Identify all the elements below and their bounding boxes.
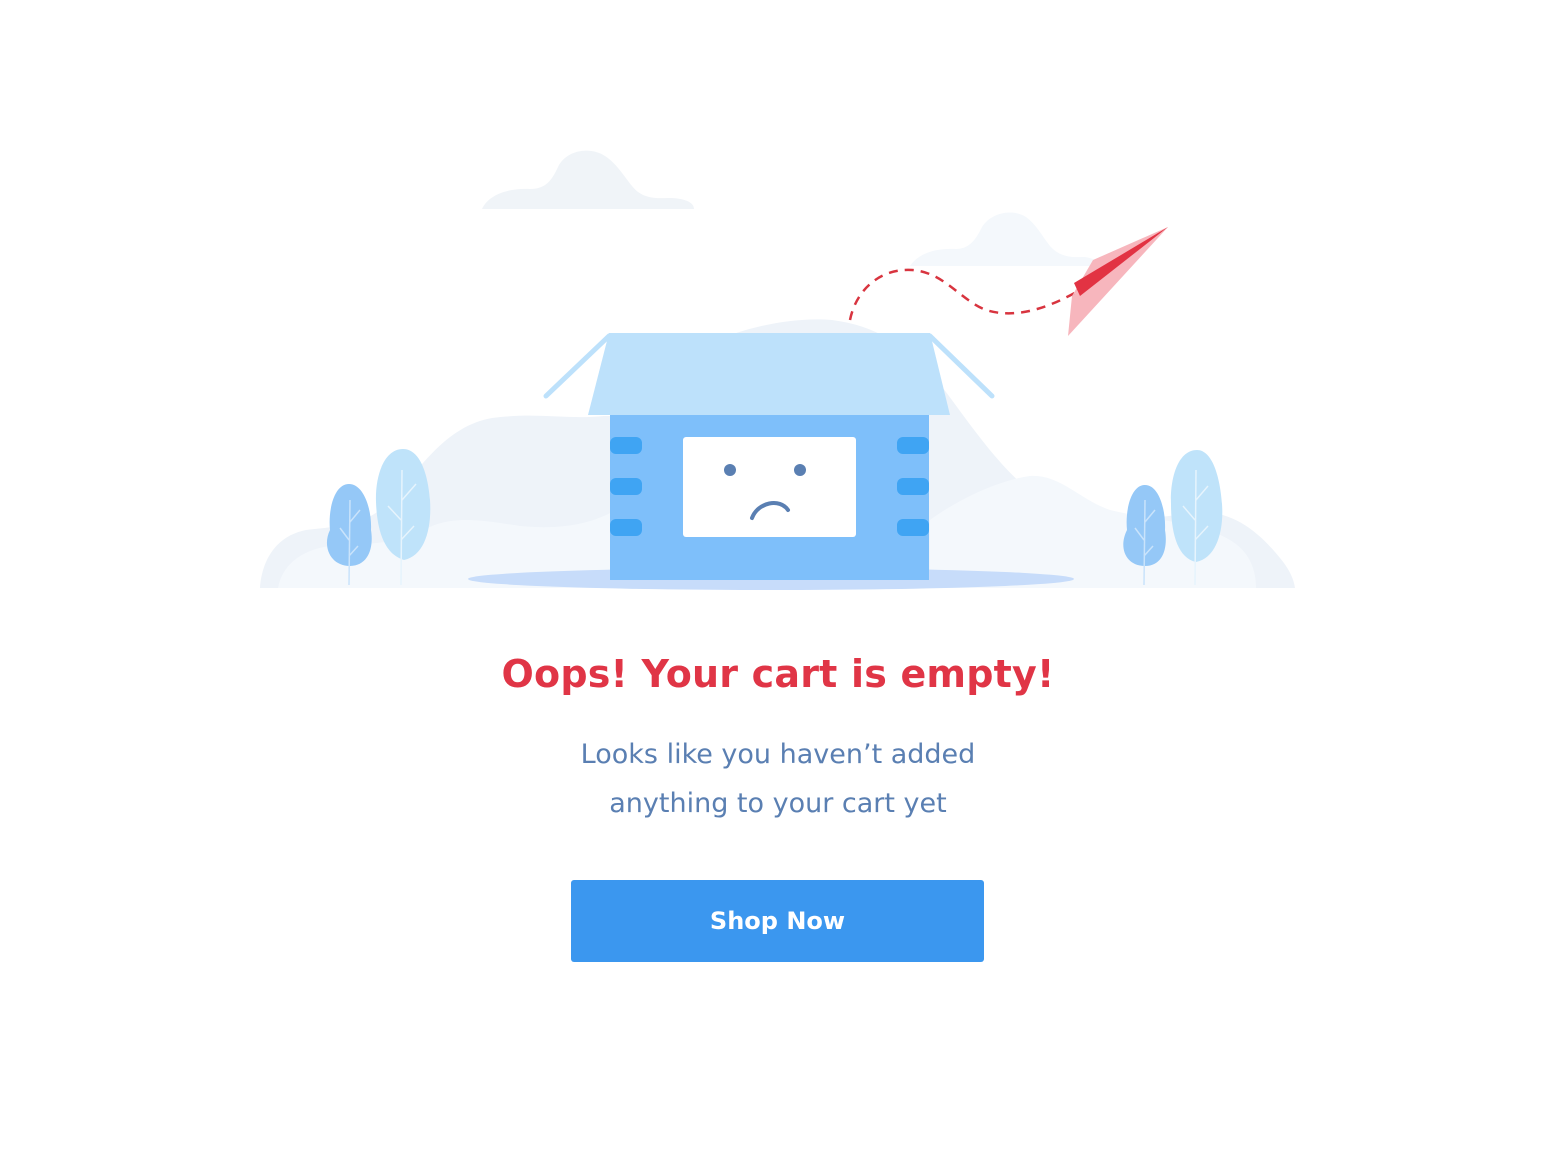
empty-cart-illustration [260,150,1295,590]
box-label [683,437,856,537]
empty-cart-message: Looks like you haven’t added anything to… [0,730,1556,828]
shop-now-button[interactable]: Shop Now [571,880,984,962]
box-lid [588,333,950,415]
cloud-left [482,150,694,209]
empty-cart-title: Oops! Your cart is empty! [501,652,1055,696]
paper-plane-icon [1068,227,1168,336]
tree-light-right [1170,450,1223,562]
cloud-right [910,212,1098,266]
flight-path [848,268,1081,321]
empty-cart-message-line1: Looks like you haven’t added [580,739,976,770]
empty-cart-message-line2: anything to your cart yet [609,788,947,819]
